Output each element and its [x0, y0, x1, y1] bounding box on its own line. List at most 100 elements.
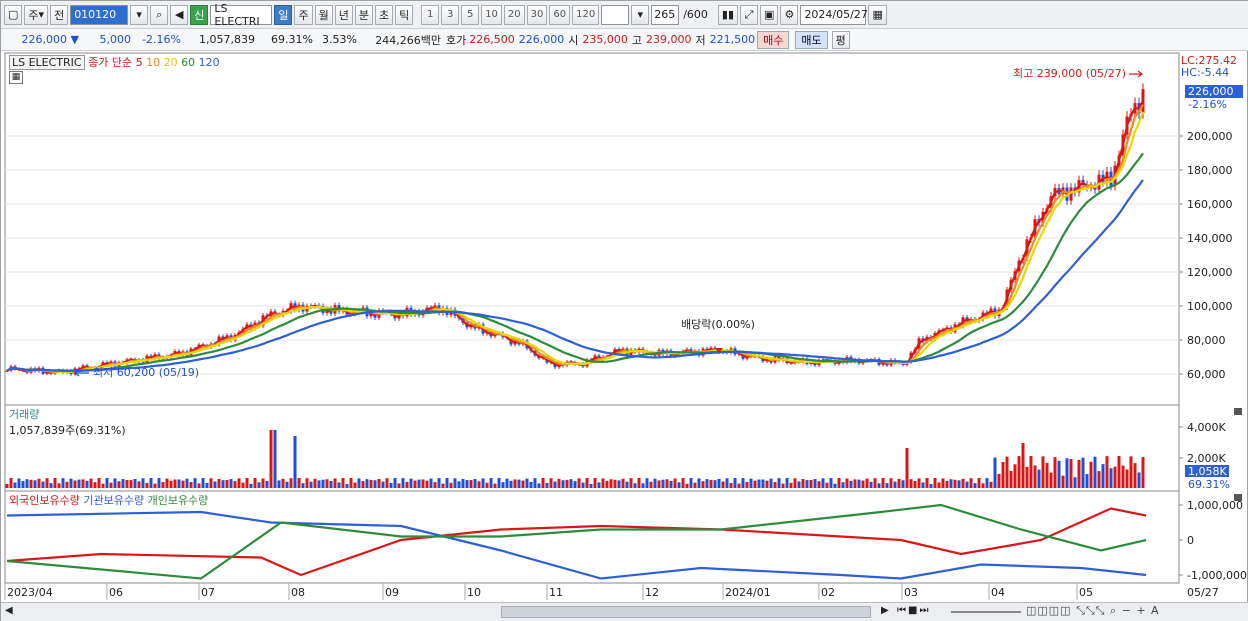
volume-bar — [1021, 443, 1025, 488]
current-price-tag: 226,000 — [1188, 85, 1234, 98]
prev-button[interactable]: 전 — [50, 4, 69, 25]
x-axis-label: 11 — [549, 586, 563, 599]
speaker-icon[interactable]: ◀ — [170, 4, 189, 25]
interval-10[interactable]: 10 — [481, 4, 502, 25]
chart-scrollbar[interactable]: ◀ ▶ ⏮■⏭ ◫◫◫◫ ⤡⤡⤡ ⌕ − + A — [1, 602, 1248, 621]
stock-code-input[interactable]: 010120 — [70, 4, 129, 25]
bid-price: 226,000 — [518, 33, 565, 46]
sell-button[interactable]: 매도 — [795, 30, 828, 49]
interval-120[interactable]: 120 — [572, 4, 600, 25]
volume-bar — [9, 478, 13, 488]
period-tab-day[interactable]: 일 — [274, 4, 293, 25]
volume-bar — [293, 436, 297, 488]
volume-bar — [581, 482, 585, 488]
interval-60[interactable]: 60 — [549, 4, 571, 25]
interval-1[interactable]: 1 — [421, 4, 440, 25]
date-input[interactable]: 2024/05/27 — [800, 4, 868, 25]
code-dropdown-icon[interactable]: ▾ — [130, 4, 149, 25]
volume-bar — [165, 478, 169, 488]
volume-bar — [137, 481, 141, 488]
price-y-tick-label: 100,000 — [1187, 300, 1233, 313]
volume-bar — [1001, 462, 1005, 488]
volume-bar — [605, 480, 609, 488]
holding-y-tick-label: 0 — [1187, 534, 1194, 547]
save-icon[interactable]: ▣ — [760, 4, 779, 25]
volume-bar — [285, 481, 289, 488]
volume-bar — [1017, 456, 1021, 488]
volume-bar — [893, 481, 897, 488]
settings-gear-icon[interactable]: ⚙ — [780, 4, 799, 25]
stock-chart-window: ▢ 주 ▾ 전 010120 ▾ ⌕ ◀ 신 LS ELECTRI 일 주 월 년… — [0, 0, 1248, 621]
volume-bar — [777, 478, 781, 488]
volume-bar — [1069, 459, 1073, 488]
volume-bar — [1013, 464, 1017, 488]
volume-bar — [241, 482, 245, 488]
scroll-right-icon[interactable]: ▶ — [881, 605, 889, 616]
price-chart[interactable]: 200,000 180,000 160,000 140,000 120,000 100,0… — [1, 52, 1248, 602]
interval-20[interactable]: 20 — [503, 4, 525, 25]
volume-bar — [41, 481, 45, 488]
ma-120-label: 120 — [198, 56, 220, 69]
volume-bar — [265, 480, 269, 488]
search-icon[interactable]: ⌕ — [150, 4, 169, 25]
volume-bar — [913, 481, 917, 488]
volume-bar — [749, 478, 753, 488]
volume-bar — [829, 478, 833, 488]
interval-5[interactable]: 5 — [461, 4, 480, 25]
eval-button[interactable]: 평 — [831, 30, 850, 49]
holding-panel-close-icon[interactable] — [1234, 494, 1242, 501]
period-tab-tick[interactable]: 틱 — [395, 4, 414, 25]
volume-bar — [81, 479, 85, 488]
volume-bar — [721, 481, 725, 488]
chart-tools-icon[interactable]: ◫◫◫◫ ⤡⤡⤡ ⌕ − + A — [1026, 604, 1160, 618]
candle-type-icon[interactable]: ▮▮ — [717, 4, 739, 25]
volume-bar — [245, 478, 249, 488]
volume-bar — [853, 479, 857, 488]
volume-bar — [973, 483, 977, 488]
x-axis-label: 12 — [645, 586, 659, 599]
market-select[interactable]: 주 ▾ — [24, 4, 49, 25]
volume-bar — [929, 483, 933, 488]
volume-bar — [85, 480, 89, 488]
price-y-tick-label: 180,000 — [1187, 164, 1233, 177]
volume-bar — [697, 478, 701, 488]
volume-bar — [561, 480, 565, 488]
interval-30[interactable]: 30 — [526, 4, 548, 25]
period-tab-second[interactable]: 초 — [374, 4, 394, 25]
scroll-thumb[interactable] — [501, 606, 871, 618]
volume-bar — [977, 478, 981, 488]
volume-bar — [221, 480, 225, 488]
volume-bar — [1049, 472, 1053, 488]
stock-name-field[interactable]: LS ELECTRI — [210, 2, 273, 28]
low-price: 221,500 — [709, 33, 756, 46]
volume-bar — [317, 480, 321, 488]
calculator-icon[interactable]: ▦ — [9, 71, 23, 84]
period-tab-week[interactable]: 주 — [294, 4, 313, 25]
volume-bar — [153, 483, 157, 488]
interval-3[interactable]: 3 — [441, 4, 460, 25]
zoom-slider[interactable] — [951, 611, 1021, 613]
interval-dropdown-icon[interactable]: ▾ — [631, 4, 650, 25]
volume-bar — [417, 479, 421, 488]
calendar-icon[interactable]: ▦ — [868, 4, 887, 25]
period-tab-minute[interactable]: 분 — [354, 4, 373, 25]
price-legend: LS ELECTRIC 종가 단순 5 10 20 60 120 — [9, 54, 220, 70]
custom-interval-input[interactable] — [601, 4, 630, 25]
x-axis-label: 09 — [385, 586, 399, 599]
playback-controls-icon[interactable]: ⏮■⏭ — [897, 605, 930, 616]
volume-bar — [29, 479, 33, 488]
draw-tool-icon[interactable]: ⤢ — [740, 4, 759, 25]
period-tab-month[interactable]: 월 — [314, 4, 333, 25]
volume-bar — [321, 479, 325, 488]
volume-bar — [821, 478, 825, 488]
scroll-left-icon[interactable]: ◀ — [5, 605, 13, 616]
buy-button[interactable]: 매수 — [757, 30, 790, 49]
volume-panel-close-icon[interactable] — [1234, 408, 1242, 415]
volume-bar — [461, 479, 465, 488]
volume-bar — [529, 481, 533, 488]
volume-bar — [885, 483, 889, 488]
period-tab-year[interactable]: 년 — [334, 4, 353, 25]
volume-bar — [365, 479, 369, 488]
chart-layout-icon[interactable]: ▢ — [4, 4, 23, 25]
count-input[interactable]: 265 — [651, 4, 680, 25]
